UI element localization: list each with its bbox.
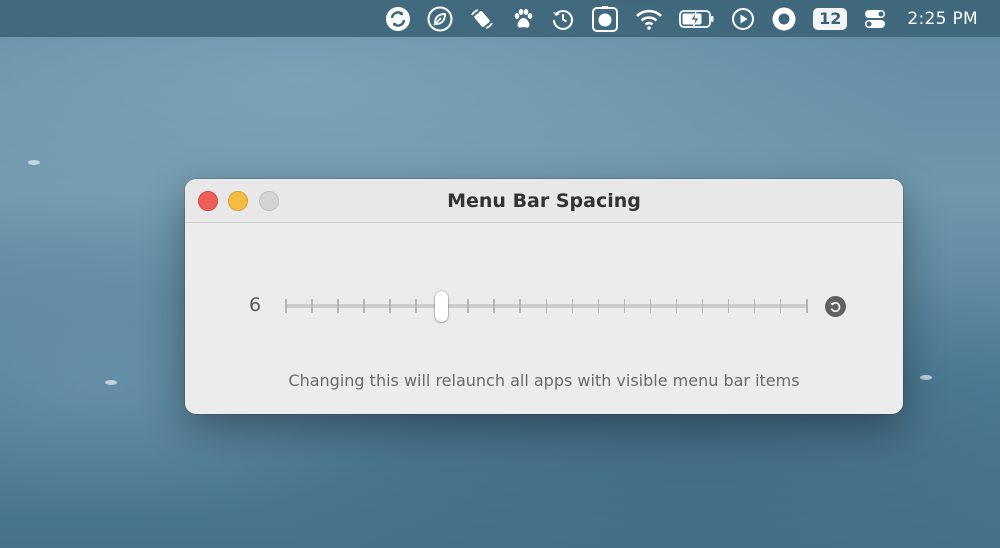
close-button[interactable]: [198, 191, 218, 211]
menu-bar: 12 2:25 PM: [0, 0, 1000, 37]
spacing-slider-row: 6: [185, 289, 903, 322]
sync-icon[interactable]: [385, 0, 411, 37]
window-titlebar[interactable]: Menu Bar Spacing: [185, 179, 903, 223]
slider-tick: [389, 299, 391, 313]
minimize-button[interactable]: [228, 191, 248, 211]
relaunch-notice: Changing this will relaunch all apps wit…: [288, 371, 800, 390]
slider-tick: [337, 299, 339, 313]
reset-icon: [830, 302, 841, 313]
camera-icon[interactable]: [591, 0, 619, 37]
wifi-icon[interactable]: [635, 0, 663, 37]
record-icon[interactable]: [771, 0, 797, 37]
reset-button[interactable]: [825, 296, 846, 317]
slider-tick: [545, 299, 547, 313]
menu-bar-clock[interactable]: 2:25 PM: [907, 9, 978, 29]
slider-tick: [727, 299, 730, 313]
slider-tick: [415, 299, 417, 313]
slider-tick: [623, 299, 626, 313]
slider-thumb[interactable]: [435, 291, 449, 322]
slider-tick: [649, 299, 652, 313]
paw-icon[interactable]: [511, 0, 535, 37]
slider-tick: [806, 299, 808, 313]
badge-count: 12: [813, 7, 848, 30]
slider-tick: [519, 299, 521, 313]
wallpaper-speck: [920, 375, 932, 380]
rotate-device-icon[interactable]: [469, 0, 495, 37]
slider-tick: [467, 299, 469, 313]
slider-tick: [311, 299, 313, 313]
slider-tick: [753, 299, 756, 313]
control-center-icon[interactable]: [863, 0, 887, 37]
wallpaper-speck: [28, 160, 40, 165]
leaf-icon[interactable]: [427, 0, 453, 37]
slider-tick: [701, 299, 704, 313]
wallpaper-speck: [105, 380, 117, 385]
slider-tick: [675, 299, 678, 313]
slider-tick: [597, 299, 600, 313]
window-title: Menu Bar Spacing: [447, 189, 641, 212]
slider-tick: [363, 299, 365, 313]
slider-value-label: 6: [249, 294, 262, 316]
battery-charging-icon[interactable]: [679, 0, 715, 37]
time-machine-icon[interactable]: [551, 0, 575, 37]
slider-tick: [571, 299, 574, 313]
notification-count-badge[interactable]: 12: [813, 0, 848, 37]
spacing-slider[interactable]: [285, 291, 808, 322]
play-icon[interactable]: [731, 0, 755, 37]
slider-tick: [779, 299, 782, 313]
slider-tick: [285, 299, 287, 313]
zoom-button: [259, 191, 279, 211]
slider-tick: [493, 299, 495, 313]
menu-bar-spacing-window: Menu Bar Spacing 6 Changing this will re…: [185, 179, 903, 414]
